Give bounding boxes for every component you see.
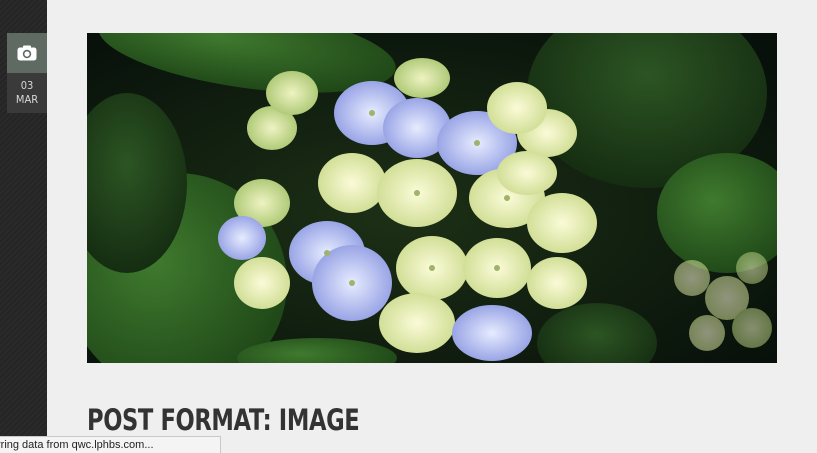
browser-status-bar: rring data from qwc.lphbs.com... — [0, 436, 221, 453]
hydrangea-photo — [87, 33, 777, 363]
post-featured-image[interactable] — [87, 33, 777, 363]
status-text: rring data from qwc.lphbs.com... — [0, 439, 154, 451]
post-title[interactable]: POST FORMAT: IMAGE — [87, 400, 360, 440]
post-date-day: 03 — [20, 79, 34, 92]
post-date-month: MAR — [15, 93, 39, 106]
post-format-badge[interactable] — [7, 33, 47, 73]
camera-icon — [17, 45, 37, 61]
post-date: 03 MAR — [7, 73, 47, 113]
